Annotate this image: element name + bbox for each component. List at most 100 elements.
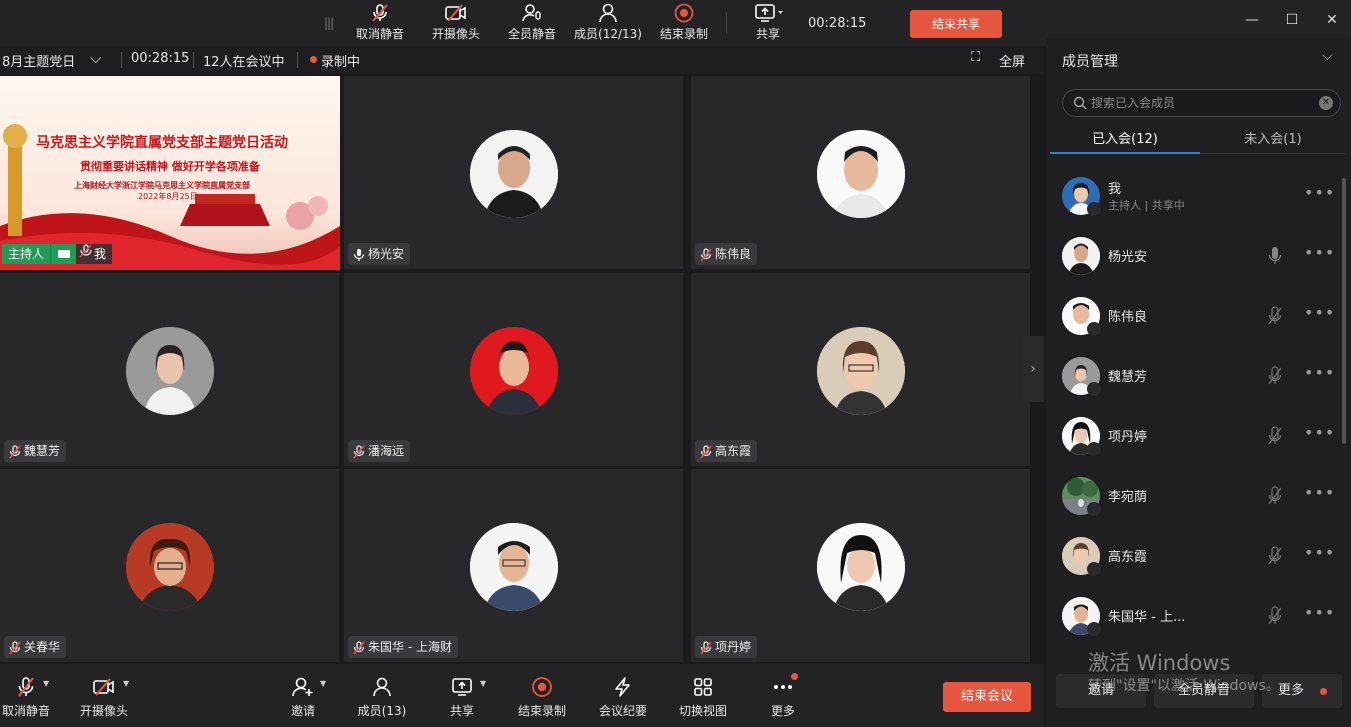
video-tile[interactable]: 魏慧芳: [0, 273, 339, 466]
mic-muted-icon[interactable]: [1268, 366, 1282, 386]
avatar: [125, 327, 214, 415]
fullscreen-label[interactable]: 全屏: [999, 51, 1025, 70]
member-row[interactable]: 魏慧芳 •••: [1046, 346, 1346, 406]
unmute-button[interactable]: 取消静音: [340, 3, 420, 45]
more-icon[interactable]: •••: [1304, 483, 1335, 502]
shared-screen-tile[interactable]: 马克思主义学院直属党支部主题党日活动 贯彻重要讲话精神 做好开学各项准备 上海财…: [0, 76, 340, 270]
member-row[interactable]: 朱国华 - 上... •••: [1046, 586, 1346, 646]
participant-name: 潘海远: [368, 444, 405, 458]
member-row[interactable]: 项丹婷 •••: [1046, 406, 1346, 466]
more-button[interactable]: 更多: [745, 672, 821, 722]
chevron-down-icon[interactable]: ⌵: [90, 49, 101, 67]
video-tile[interactable]: 关春华: [0, 469, 339, 662]
mic-muted-icon[interactable]: [1268, 306, 1282, 326]
invite-button[interactable]: 邀请: [265, 672, 341, 722]
mic-muted-icon[interactable]: [1268, 606, 1282, 626]
caret-down-icon[interactable]: ▼: [480, 679, 486, 688]
more-icon[interactable]: •••: [1304, 363, 1335, 382]
caret-down-icon[interactable]: ▼: [43, 679, 49, 688]
chevron-right-icon[interactable]: ›: [1022, 336, 1044, 402]
avatar: [469, 523, 558, 611]
invite-icon: [292, 677, 313, 697]
participant-nametag: 项丹婷: [695, 636, 758, 658]
participant-nametag: 朱国华 - 上海财: [348, 636, 458, 658]
host-nametag: 主持人 我: [2, 244, 113, 264]
close-icon[interactable]: ✕: [1320, 10, 1344, 30]
windows-activation-watermark: 激活 Windows: [1088, 651, 1231, 675]
video-tile[interactable]: 潘海远: [344, 273, 683, 466]
minimize-icon[interactable]: —: [1240, 10, 1264, 30]
active-tab-indicator: [1050, 152, 1200, 154]
video-tile[interactable]: 朱国华 - 上海财: [344, 469, 683, 662]
slide-organization: 上海财经大学浙江学院马克思主义学院直属党支部: [74, 181, 250, 190]
unmute-button[interactable]: 取消静音: [0, 672, 64, 722]
more-icon[interactable]: •••: [1304, 183, 1335, 202]
more-icon[interactable]: •••: [1304, 303, 1335, 322]
stop-record-button[interactable]: 结束录制: [504, 672, 580, 722]
record-icon: [674, 3, 694, 23]
participant-name: 关春华: [24, 640, 61, 654]
video-tile[interactable]: 项丹婷: [691, 469, 1030, 662]
mute-all-button[interactable]: 全员静音: [492, 3, 572, 45]
stop-share-button[interactable]: 结束共享: [910, 10, 1002, 38]
member-row[interactable]: 高东霞 •••: [1046, 526, 1346, 586]
chevron-down-icon[interactable]: ⌵: [1322, 48, 1333, 64]
more-icon[interactable]: •••: [1304, 603, 1335, 622]
members-button[interactable]: 成员(13): [344, 672, 420, 722]
windows-activation-hint: 转到"设置"以激活 Windows。: [1088, 678, 1280, 694]
mute-all-label: 全员静音: [507, 27, 556, 41]
mic-muted-icon: [1087, 622, 1101, 636]
drag-handle-icon[interactable]: |||: [324, 16, 334, 30]
member-row[interactable]: 李宛荫 •••: [1046, 466, 1346, 526]
mic-muted-icon[interactable]: [1268, 546, 1282, 566]
tab-not-joined[interactable]: 未入会(1): [1198, 128, 1348, 154]
start-video-button[interactable]: 开摄像头: [416, 3, 496, 45]
slide-title: 马克思主义学院直属党支部主题党日活动: [36, 135, 288, 151]
slide-subtitle: 贯彻重要讲话精神 做好开学各项准备: [80, 160, 260, 173]
switch-view-label: 切换视图: [678, 704, 727, 718]
meeting-minutes-button[interactable]: 会议纪要: [585, 672, 661, 722]
mic-muted-icon: [18, 677, 34, 697]
maximize-icon[interactable]: ☐: [1280, 10, 1304, 30]
switch-view-button[interactable]: 切换视图: [665, 672, 741, 722]
member-row[interactable]: 杨光安 •••: [1046, 226, 1346, 286]
stop-record-button[interactable]: 结束录制: [644, 3, 724, 45]
end-meeting-button[interactable]: 结束会议: [943, 682, 1031, 712]
share-button[interactable]: 共享: [424, 672, 500, 722]
meeting-title[interactable]: 8月主题党日: [2, 51, 75, 70]
more-icon[interactable]: •••: [1304, 243, 1335, 262]
avatar: [816, 327, 905, 415]
caret-down-icon[interactable]: ▼: [123, 679, 129, 688]
search-icon: [1073, 96, 1087, 110]
share-button[interactable]: 共享: [728, 3, 808, 45]
mic-muted-icon[interactable]: [1268, 426, 1282, 446]
mic-muted-icon[interactable]: [1268, 486, 1282, 506]
camera-off-icon: [445, 4, 466, 22]
member-list-scrollbar[interactable]: [1342, 178, 1346, 444]
recording-status: 录制中: [321, 55, 361, 70]
fullscreen-icon[interactable]: ⛶: [971, 50, 980, 65]
stop-record-label: 结束录制: [659, 27, 708, 41]
member-role: 主持人 | 共享中: [1108, 199, 1185, 212]
tab-joined[interactable]: 已入会(12): [1050, 128, 1200, 154]
meeting-window: { "toolbar": { "unmute": "取消静音", "start_…: [0, 0, 1351, 727]
more-icon[interactable]: •••: [1304, 423, 1335, 442]
more-label: 更多: [770, 704, 795, 718]
clear-icon[interactable]: ✕: [1319, 96, 1333, 110]
video-tile[interactable]: 陈伟良: [691, 76, 1030, 269]
mic-icon[interactable]: [1268, 246, 1282, 266]
member-row[interactable]: 陈伟良 •••: [1046, 286, 1346, 346]
mic-muted-icon: [1087, 562, 1101, 576]
more-icon[interactable]: •••: [1304, 543, 1335, 562]
member-name: 李宛荫: [1108, 490, 1148, 505]
video-tile[interactable]: 杨光安: [344, 76, 683, 269]
more-icon: [774, 685, 792, 689]
search-input[interactable]: [1091, 94, 1311, 112]
members-button[interactable]: 成员(12/13): [568, 3, 648, 45]
member-row[interactable]: 我 主持人 | 共享中 •••: [1046, 166, 1346, 226]
caret-down-icon[interactable]: ▼: [320, 679, 326, 688]
member-search[interactable]: ✕: [1062, 89, 1341, 117]
video-tile[interactable]: 高东霞: [691, 273, 1030, 466]
start-video-button[interactable]: 开摄像头: [66, 672, 142, 722]
unmute-label: 取消静音: [355, 27, 404, 41]
